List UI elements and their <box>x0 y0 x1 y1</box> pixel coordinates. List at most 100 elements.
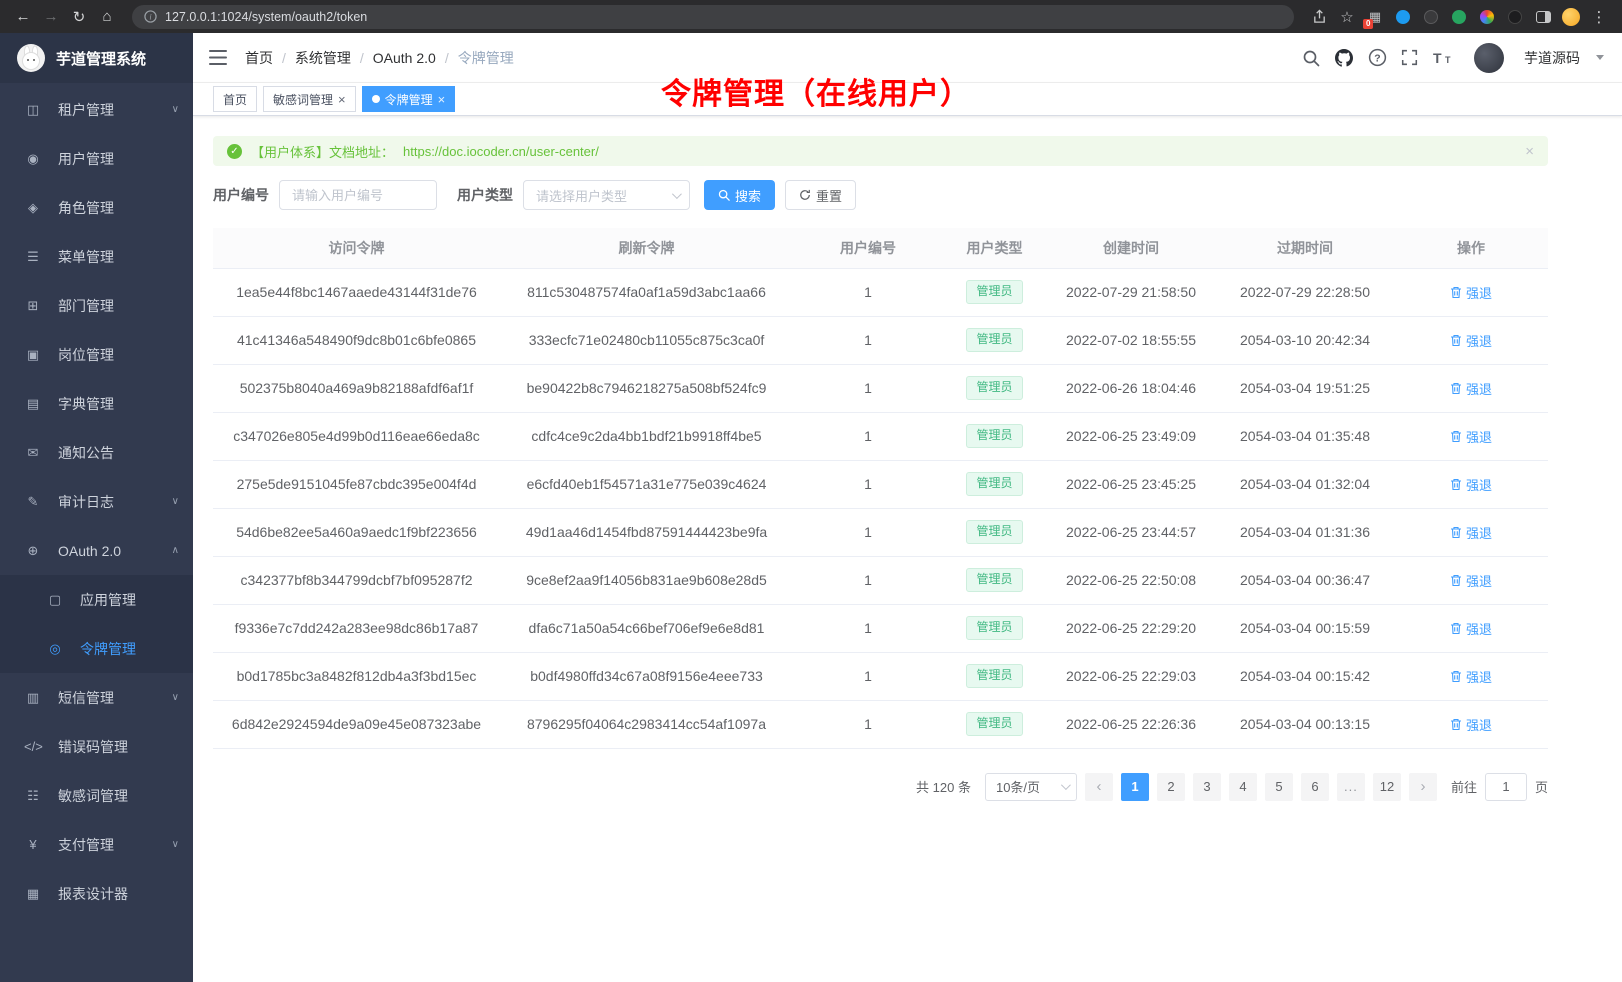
sidebar-item-error-code[interactable]: </>错误码管理 <box>0 722 193 771</box>
extension-rainbow-icon[interactable] <box>1478 8 1496 26</box>
extension-paw-icon[interactable] <box>1506 8 1524 26</box>
browser-sidebar-icon[interactable] <box>1534 8 1552 26</box>
doc-link[interactable]: https://doc.iocoder.cn/user-center/ <box>403 144 599 159</box>
sidebar-item-payment[interactable]: ¥支付管理∨ <box>0 820 193 869</box>
reset-button[interactable]: 重置 <box>785 180 856 210</box>
share-icon[interactable] <box>1310 8 1328 26</box>
force-logout-button[interactable]: 强退 <box>1450 379 1492 398</box>
sidebar-item-post[interactable]: ▣岗位管理 <box>0 330 193 379</box>
tab-bar: 首页 敏感词管理 × 令牌管理 × <box>193 83 1622 116</box>
prev-page-button[interactable]: ‹ <box>1085 773 1113 801</box>
force-logout-button[interactable]: 强退 <box>1450 523 1492 542</box>
page-button-5[interactable]: 5 <box>1265 773 1293 801</box>
close-icon[interactable]: × <box>338 93 346 106</box>
extension-grid-icon[interactable]: ▦ 0 <box>1366 8 1384 26</box>
filter-form: 用户编号 用户类型 请选择用户类型 搜索 重置 <box>213 180 1568 210</box>
sidebar-item-dict[interactable]: ▤字典管理 <box>0 379 193 428</box>
access-token-cell: 502375b8040a469a9b82188afdf6af1f <box>213 364 500 412</box>
close-icon[interactable]: × <box>438 93 446 106</box>
sidebar-item-notice[interactable]: ✉通知公告 <box>0 428 193 477</box>
tab-token[interactable]: 令牌管理 × <box>362 86 456 112</box>
app-logo-bar: 芋道管理系统 <box>0 33 193 83</box>
goto-page-input[interactable] <box>1485 773 1527 801</box>
alert-close-icon[interactable]: × <box>1525 143 1534 160</box>
sidebar-item-tenant[interactable]: ◫租户管理∨ <box>0 85 193 134</box>
sidebar-item-sms[interactable]: ▥短信管理∨ <box>0 673 193 722</box>
forward-icon[interactable]: → <box>38 4 64 30</box>
font-size-icon[interactable]: TT <box>1432 50 1454 66</box>
help-icon[interactable]: ? <box>1368 48 1387 67</box>
chevron-down-icon: ∨ <box>172 496 179 507</box>
user-type-select[interactable]: 请选择用户类型 <box>523 180 690 210</box>
force-logout-button[interactable]: 强退 <box>1450 715 1492 734</box>
force-logout-button[interactable]: 强退 <box>1450 667 1492 686</box>
sidebar-item-oauth-token[interactable]: ◎令牌管理 <box>0 624 193 673</box>
sidebar-item-oauth[interactable]: ⊕OAuth 2.0∧ <box>0 526 193 575</box>
search-button[interactable]: 搜索 <box>704 180 775 210</box>
force-logout-button[interactable]: 强退 <box>1450 475 1492 494</box>
sidebar-item-label: 敏感词管理 <box>58 786 128 806</box>
address-bar[interactable]: i 127.0.0.1:1024/system/oauth2/token <box>132 5 1294 29</box>
menu-list-icon: ☰ <box>24 249 42 265</box>
sidebar-item-menu[interactable]: ☰菜单管理 <box>0 232 193 281</box>
expire-time-cell: 2054-03-04 00:36:47 <box>1216 556 1394 604</box>
extension-green-icon[interactable] <box>1450 8 1468 26</box>
sidebar-collapse-icon[interactable] <box>209 50 227 65</box>
create-time-cell: 2022-06-26 18:04:46 <box>1046 364 1216 412</box>
user-id-input[interactable] <box>279 180 437 210</box>
expire-time-cell: 2054-03-04 00:15:42 <box>1216 652 1394 700</box>
search-icon[interactable] <box>1302 49 1320 67</box>
page-ellipsis[interactable]: ... <box>1337 773 1365 801</box>
sidebar-item-oauth-app[interactable]: ▢应用管理 <box>0 575 193 624</box>
page-size-select[interactable]: 10条/页 <box>985 773 1077 801</box>
username[interactable]: 芋道源码 <box>1524 48 1580 68</box>
refresh-icon[interactable]: ↻ <box>66 4 92 30</box>
sidebar-item-sensitive-word[interactable]: ☷敏感词管理 <box>0 771 193 820</box>
tab-home[interactable]: 首页 <box>213 86 257 112</box>
browser-profile-avatar[interactable] <box>1562 8 1580 26</box>
post-briefcase-icon: ▣ <box>24 347 42 363</box>
user-avatar[interactable] <box>1474 43 1504 73</box>
sidebar-item-label: OAuth 2.0 <box>58 543 121 559</box>
breadcrumb-home[interactable]: 首页 <box>245 48 273 68</box>
col-user-id: 用户编号 <box>793 228 943 268</box>
chevron-down-icon: ∨ <box>172 839 179 850</box>
breadcrumb-system[interactable]: 系统管理 <box>295 48 351 68</box>
page-button-3[interactable]: 3 <box>1193 773 1221 801</box>
page-button-6[interactable]: 6 <box>1301 773 1329 801</box>
page-button-12[interactable]: 12 <box>1373 773 1401 801</box>
extension-badge: 0 <box>1363 19 1373 29</box>
github-icon[interactable] <box>1334 48 1354 68</box>
page-button-1[interactable]: 1 <box>1121 773 1149 801</box>
sidebar-item-audit-log[interactable]: ✎审计日志∨ <box>0 477 193 526</box>
browser-menu-icon[interactable]: ⋮ <box>1586 4 1612 30</box>
extension-bird-icon[interactable] <box>1394 8 1412 26</box>
refresh-token-cell: 811c530487574fa0af1a59d3abc1aa66 <box>500 268 793 316</box>
fullscreen-icon[interactable] <box>1401 49 1418 66</box>
home-icon[interactable]: ⌂ <box>94 4 120 30</box>
page-button-4[interactable]: 4 <box>1229 773 1257 801</box>
sidebar-item-report-designer[interactable]: ▦报表设计器 <box>0 869 193 918</box>
bookmark-star-icon[interactable]: ☆ <box>1338 8 1356 26</box>
site-info-icon[interactable]: i <box>144 10 157 23</box>
tab-sensitive-word[interactable]: 敏感词管理 × <box>263 86 356 112</box>
back-icon[interactable]: ← <box>10 4 36 30</box>
sidebar-item-dept[interactable]: ⊞部门管理 <box>0 281 193 330</box>
page-button-2[interactable]: 2 <box>1157 773 1185 801</box>
breadcrumb-oauth[interactable]: OAuth 2.0 <box>373 50 436 66</box>
next-page-button[interactable]: › <box>1409 773 1437 801</box>
force-logout-button[interactable]: 强退 <box>1450 427 1492 446</box>
breadcrumb: 首页 / 系统管理 / OAuth 2.0 / 令牌管理 <box>245 48 514 68</box>
extension-dark-icon[interactable] <box>1422 8 1440 26</box>
force-logout-button[interactable]: 强退 <box>1450 571 1492 590</box>
access-token-cell: 54d6be82ee5a460a9aedc1f9bf223656 <box>213 508 500 556</box>
user-id-cell: 1 <box>793 652 943 700</box>
svg-text:T: T <box>1433 50 1442 66</box>
sidebar-item-user[interactable]: ◉用户管理 <box>0 134 193 183</box>
sidebar-item-role[interactable]: ◈角色管理 <box>0 183 193 232</box>
force-logout-button[interactable]: 强退 <box>1450 619 1492 638</box>
expire-time-cell: 2054-03-04 01:31:36 <box>1216 508 1394 556</box>
force-logout-button[interactable]: 强退 <box>1450 331 1492 350</box>
chevron-down-icon[interactable] <box>1596 55 1604 60</box>
force-logout-button[interactable]: 强退 <box>1450 283 1492 302</box>
